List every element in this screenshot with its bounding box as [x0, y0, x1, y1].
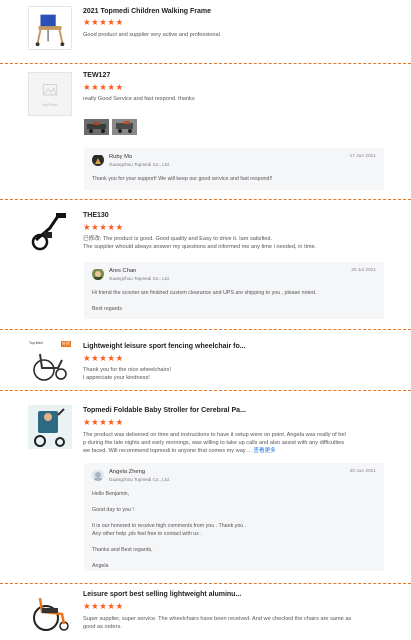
walking-frame-image	[29, 7, 71, 49]
review-item: Leisure sport best selling lightweight a…	[0, 584, 411, 640]
brand-caption: Top-Med	[29, 341, 43, 345]
brand-badge: 外贸	[61, 341, 71, 347]
review-text: Super supplier, super service. The wheel…	[83, 616, 352, 622]
seller-company: Guangzhou Topmedi Co., Ltd.	[109, 162, 170, 167]
reply-text: Any other help ,pls feel free to contact…	[92, 531, 202, 537]
seller-name: Angela Zheng	[109, 469, 146, 475]
product-thumbnail[interactable]: Top-Med 外贸	[28, 340, 72, 384]
seller-name: Ares Chan	[109, 268, 137, 274]
review-text: The product was delivered on time and in…	[83, 432, 346, 438]
review-text: p during the late nights and early morni…	[83, 440, 345, 446]
rating-stars: ★★★★★	[83, 417, 124, 427]
reply-text: Hi friend the scooter are finished custo…	[92, 290, 317, 296]
seller-reply: Ruby Mo Guangzhou Topmedi Co., Ltd. 17 J…	[84, 148, 384, 190]
product-title[interactable]: Lightweight leisure sport fencing wheelc…	[83, 343, 246, 350]
no-photo-icon	[29, 73, 71, 115]
avatar	[92, 469, 104, 481]
product-title[interactable]: 2021 Topmedi Children Walking Frame	[83, 8, 211, 15]
review-item: NoPhoto TEW127 ★★★★★ really Good Service…	[0, 64, 411, 197]
review-text: The supplier whould always answer my que…	[83, 244, 317, 250]
review-item: Top-Med 外贸 Lightweight leisure sport fen…	[0, 330, 411, 388]
review-text: really Good Service and fast respond. th…	[83, 96, 195, 102]
rating-stars: ★★★★★	[83, 82, 124, 92]
product-title[interactable]: Leisure sport best selling lightweight a…	[83, 591, 241, 598]
reply-text: Best regards	[92, 306, 123, 312]
reply-text: Thanks and Best regards,	[92, 547, 153, 553]
reply-date: 20 Jul 2021	[351, 268, 376, 273]
review-item: THE130 ★★★★★ 已修改: The product is good. G…	[0, 200, 411, 326]
seller-company: Guangzhou Topmedi Co., Ltd.	[109, 477, 170, 482]
review-text: I appreciate your kindness!	[83, 375, 150, 381]
product-title[interactable]: Topmedi Foldable Baby Stroller for Cereb…	[83, 407, 246, 414]
review-photo[interactable]	[84, 119, 109, 135]
reply-text: Thank you for your support! We will keep…	[92, 176, 273, 182]
view-more-link[interactable]: 查看更多	[253, 448, 275, 454]
review-item: 2021 Topmedi Children Walking Frame ★★★★…	[0, 0, 411, 60]
seller-reply: Angela Zheng Guangzhou Topmedi Co., Ltd.…	[84, 463, 384, 571]
review-photo[interactable]	[112, 119, 137, 135]
reply-date: 17 Jun 2021	[349, 154, 376, 159]
rating-stars: ★★★★★	[83, 353, 124, 363]
product-thumbnail[interactable]	[28, 590, 72, 634]
product-thumbnail[interactable]	[28, 210, 72, 254]
scooter-attachment-image	[28, 210, 72, 254]
reply-text: Hello Benjamin,	[92, 491, 130, 497]
reply-text: It is our honored to receive high commen…	[92, 523, 247, 529]
buyer-name: TEW127	[83, 72, 111, 79]
product-thumbnail: NoPhoto	[28, 72, 72, 116]
review-text: Thank you for the nice wheelchairs!	[83, 367, 171, 373]
review-text: Good product and supplier very active an…	[83, 32, 220, 38]
rating-stars: ★★★★★	[83, 601, 124, 611]
review-item: Topmedi Foldable Baby Stroller for Cereb…	[0, 391, 411, 581]
seller-name: Ruby Mo	[109, 154, 133, 160]
rating-stars: ★★★★★	[83, 17, 124, 27]
review-text-tail: we faced. Will recommend topmedi to anyo…	[83, 448, 252, 454]
seller-company: Guangzhou Topmedi Co., Ltd.	[109, 276, 170, 281]
rating-stars: ★★★★★	[83, 222, 124, 232]
review-text: 已修改: The product is good. Good quality a…	[83, 236, 273, 242]
reply-date: 30 Jun 2021	[349, 469, 376, 474]
reply-text: Angela	[92, 563, 109, 569]
product-thumbnail[interactable]	[28, 6, 72, 50]
avatar	[92, 154, 104, 166]
avatar	[92, 268, 104, 280]
seller-reply: Ares Chan Guangzhou Topmedi Co., Ltd. 20…	[84, 262, 384, 319]
review-text: good as orders.	[83, 624, 122, 630]
buyer-name: THE130	[83, 212, 109, 219]
stroller-image	[28, 405, 72, 449]
product-thumbnail[interactable]	[28, 405, 72, 449]
no-photo-label: NoPhoto	[42, 102, 58, 107]
reply-text: Good day to you !	[92, 507, 134, 513]
wheelchair-image	[28, 590, 72, 634]
review-text: we faced. Will recommend topmedi to anyo…	[83, 447, 276, 455]
